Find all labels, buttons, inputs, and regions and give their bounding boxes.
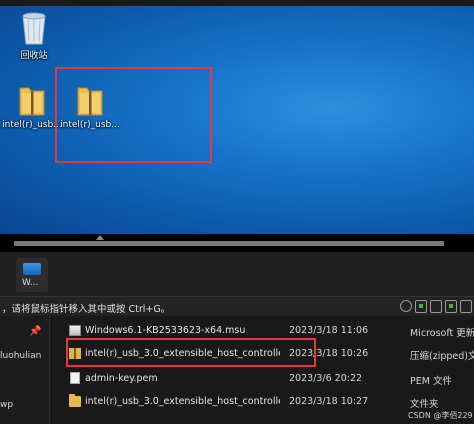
file-name: intel(r)_usb_3.0_extensible_host_control… xyxy=(85,396,280,407)
file-icon xyxy=(70,372,80,384)
nav-item[interactable]: wp xyxy=(0,400,13,410)
disk-icon[interactable] xyxy=(400,300,412,312)
pin-icon[interactable]: 📌 xyxy=(29,326,41,337)
windows-screen-icon xyxy=(23,263,41,275)
file-type: 压缩(zipped)文 xyxy=(410,351,474,362)
vm-desktop[interactable]: 回收站 intel(r)_usb... intel(r)_usb... xyxy=(0,6,474,234)
status-icons xyxy=(400,300,472,313)
file-date: 2023/3/6 20:22 xyxy=(289,373,363,384)
file-explorer: 📌 luohulian wp Windows6.1-KB2533623-x64.… xyxy=(0,316,474,424)
recycle-bin-label: 回收站 xyxy=(20,51,48,61)
file-type: 文件夹 xyxy=(410,399,439,410)
screen: 回收站 intel(r)_usb... intel(r)_usb... W...… xyxy=(0,0,474,424)
highlight-box xyxy=(55,67,212,163)
usb-icon[interactable] xyxy=(430,300,442,313)
file-list: Windows6.1-KB2533623-x64.msu 2023/3/18 1… xyxy=(60,316,474,424)
nav-item[interactable]: luohulian xyxy=(0,351,41,361)
msu-icon xyxy=(69,325,81,336)
device-icon[interactable] xyxy=(445,300,457,313)
navigation-pane: 📌 luohulian wp xyxy=(0,316,50,424)
watermark: CSDN @李佰229 xyxy=(408,411,473,420)
recycle-bin[interactable]: 回收站 xyxy=(2,8,66,61)
file-date: 2023/3/18 10:27 xyxy=(289,396,369,407)
file-type: Microsoft 更新 xyxy=(410,328,474,339)
status-hint: ，请将鼠标指针移入其中或按 Ctrl+G。 xyxy=(2,304,171,315)
file-name: admin-key.pem xyxy=(85,373,158,384)
file-date: 2023/3/18 11:06 xyxy=(289,325,369,336)
file-name: Windows6.1-KB2533623-x64.msu xyxy=(85,325,246,336)
caret-up-icon xyxy=(96,235,104,240)
network-icon[interactable] xyxy=(415,300,427,313)
folder-icon xyxy=(69,394,81,407)
sound-icon[interactable] xyxy=(460,300,472,313)
zip-folder-icon xyxy=(19,87,45,116)
file-row[interactable]: admin-key.pem 2023/3/6 20:22 PEM 文件 xyxy=(60,368,474,390)
vm-thumbnail[interactable]: W... xyxy=(16,258,48,292)
vm-thumbnail-strip: W... xyxy=(0,252,474,296)
scrollbar-thumb[interactable] xyxy=(14,241,444,246)
vm-horizontal-scrollbar[interactable] xyxy=(0,234,474,252)
recycle-bin-icon xyxy=(22,12,46,45)
file-type: PEM 文件 xyxy=(410,376,452,387)
vm-thumbnail-label: W... xyxy=(22,278,39,288)
vm-status-bar: ，请将鼠标指针移入其中或按 Ctrl+G。 xyxy=(0,296,474,316)
file-highlight-box xyxy=(66,338,316,367)
